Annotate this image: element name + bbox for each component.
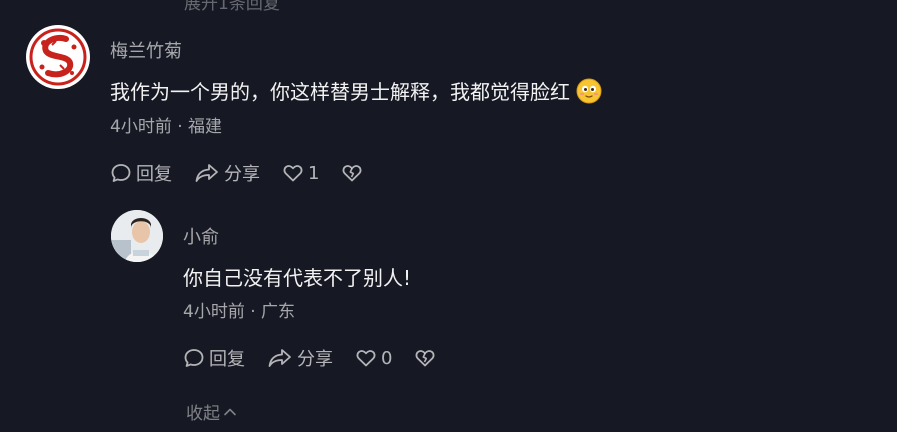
reply-button[interactable]: 回复 (110, 160, 172, 186)
person-photo-icon (111, 210, 163, 262)
meta-separator: · (250, 302, 262, 322)
collapse-label: 收起 (186, 404, 220, 424)
comment-username[interactable]: 小俞 (183, 223, 219, 249)
share-button[interactable]: 分享 (267, 345, 333, 371)
like-button[interactable]: 0 (355, 347, 392, 369)
reply-button[interactable]: 回复 (183, 345, 245, 371)
comment-location: 福建 (188, 117, 223, 137)
comment-meta: 4小时前 · 福建 (110, 112, 222, 137)
avatar[interactable] (111, 210, 163, 262)
comment-time: 4小时前 (110, 117, 172, 137)
dragon-logo-icon (27, 26, 89, 88)
collapse-replies-button[interactable]: 收起 (186, 399, 238, 424)
expand-replies-link[interactable]: 展开1条回复 (184, 0, 280, 14)
chevron-up-icon (224, 408, 236, 415)
share-button[interactable]: 分享 (194, 160, 260, 186)
meta-separator: · (177, 117, 189, 137)
like-button[interactable]: 1 (282, 162, 319, 184)
share-label: 分享 (297, 349, 333, 370)
comment-username[interactable]: 梅兰竹菊 (110, 37, 182, 63)
dislike-button[interactable] (414, 347, 436, 369)
broken-heart-icon (342, 165, 362, 182)
speech-bubble-icon (111, 164, 131, 182)
comment-meta: 4小时前 · 广东 (183, 297, 295, 322)
comment-actions: 回复 分享 0 (183, 345, 458, 371)
share-arrow-icon (268, 349, 291, 367)
like-count: 0 (381, 347, 393, 369)
comment-text: 我作为一个男的，你这样替男士解释，我都觉得脸红 (110, 76, 602, 109)
blush-smile-emoji-icon (576, 78, 602, 109)
reply-label: 回复 (136, 164, 172, 185)
comment-thread: 展开1条回复 梅兰竹菊 我作为一个男的，你这样替男士解释，我都觉得脸红 4小时前… (0, 0, 897, 432)
speech-bubble-icon (184, 349, 204, 367)
comment-time: 4小时前 (183, 302, 245, 322)
heart-icon (283, 165, 303, 182)
heart-icon (356, 350, 376, 367)
share-label: 分享 (224, 164, 260, 185)
comment-text: 你自己没有代表不了别人! (183, 266, 412, 290)
dislike-button[interactable] (341, 162, 363, 184)
share-arrow-icon (195, 164, 218, 182)
comment-actions: 回复 分享 1 (110, 160, 385, 186)
broken-heart-icon (415, 350, 435, 367)
avatar[interactable] (26, 25, 90, 89)
like-count: 1 (308, 162, 320, 184)
reply-label: 回复 (209, 349, 245, 370)
comment-text-content: 我作为一个男的，你这样替男士解释，我都觉得脸红 (110, 80, 570, 104)
comment-location: 广东 (261, 302, 296, 322)
